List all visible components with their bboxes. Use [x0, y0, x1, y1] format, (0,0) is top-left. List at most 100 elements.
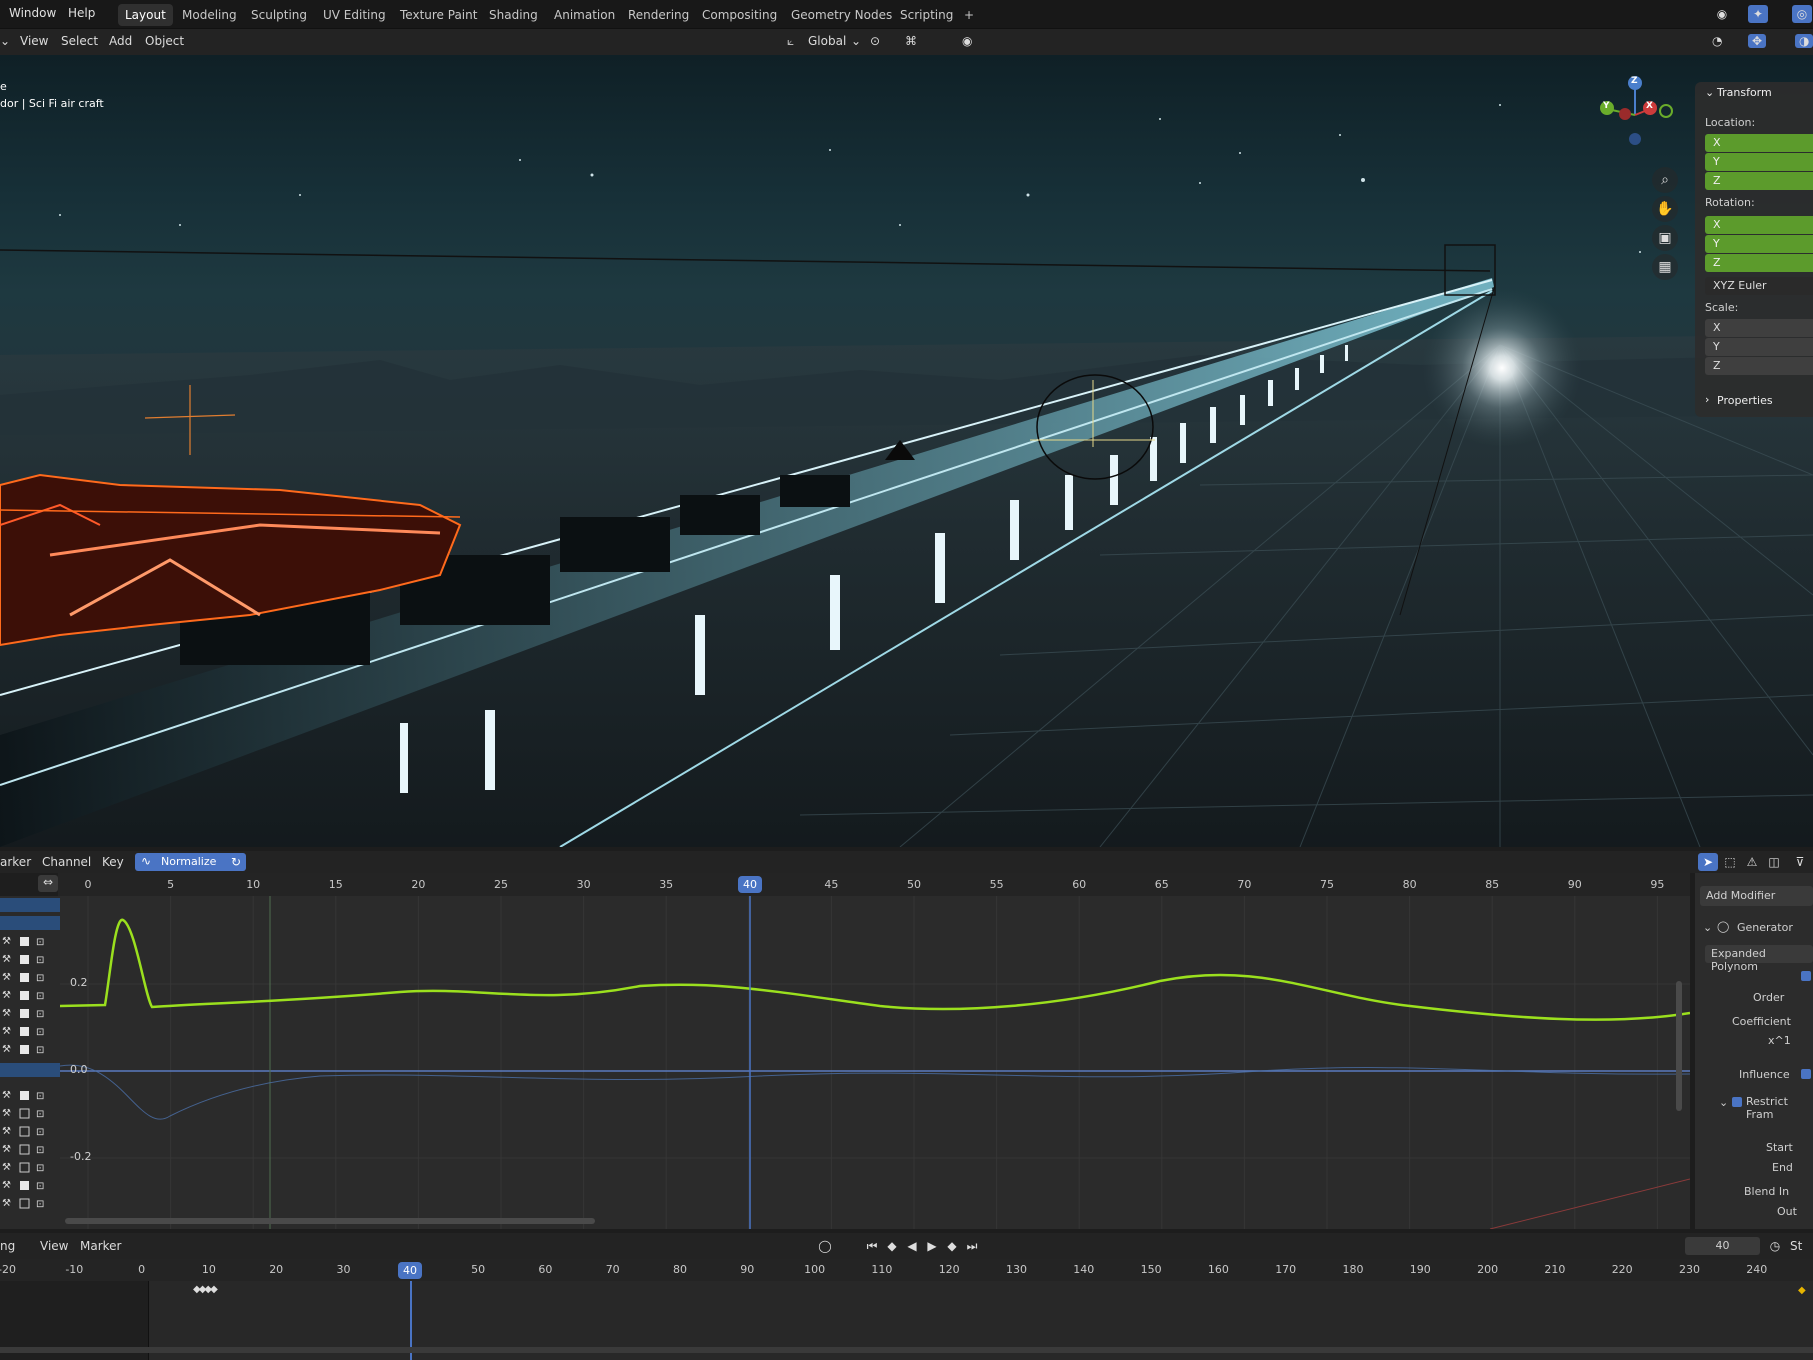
fcurve-secondary[interactable]: [60, 1064, 1690, 1120]
perspective-grid-icon[interactable]: ▦: [1652, 254, 1678, 280]
graph-current-frame[interactable]: 40: [738, 876, 762, 893]
warning-icon[interactable]: ⚠: [1742, 853, 1762, 871]
play-icon[interactable]: ▶: [922, 1237, 942, 1255]
tab-rendering[interactable]: Rendering: [621, 4, 696, 26]
scale-y-field[interactable]: Y: [1705, 338, 1813, 356]
pivot-icon[interactable]: ⊙: [870, 34, 880, 48]
tab-shading[interactable]: Shading: [482, 4, 545, 26]
timeline-current-frame[interactable]: 40: [398, 1262, 422, 1279]
rotation-mode-dropdown[interactable]: XYZ Euler: [1705, 277, 1813, 295]
next-keyframe-icon[interactable]: ◆: [942, 1237, 962, 1255]
graph-frame-ruler[interactable]: ⇔ 0 5 10 15 20 25 30 35 40 45 50 55 60 65 70 75 80 85 90 95…: [0, 873, 1690, 896]
scale-x-field[interactable]: X: [1705, 319, 1813, 337]
tab-modeling[interactable]: Modeling: [175, 4, 244, 26]
refresh-icon[interactable]: ↻: [226, 853, 246, 871]
snap-icon[interactable]: ⌘: [905, 34, 917, 48]
menu-marker[interactable]: arker: [0, 855, 31, 869]
menu-help[interactable]: Help: [68, 6, 95, 20]
rotation-x-field[interactable]: X: [1705, 216, 1813, 234]
fcurve-canvas[interactable]: [60, 896, 1690, 1229]
proportional-edit-icon[interactable]: ◉: [962, 34, 972, 48]
menu-playback[interactable]: ng: [0, 1239, 15, 1253]
timeline-ruler[interactable]: -20 -10 0 10 20 30 40 50 60 70 80 90 100 110 120 130 140…: [0, 1259, 1813, 1281]
transform-orientation-icon[interactable]: ⟀: [787, 34, 794, 49]
chevron-right-icon[interactable]: ›: [1705, 393, 1709, 406]
pan-hand-icon[interactable]: ✋: [1652, 196, 1678, 222]
rotation-z-field[interactable]: Z: [1705, 254, 1813, 272]
record-icon[interactable]: ◯: [815, 1237, 835, 1255]
channel-group[interactable]: [0, 916, 60, 930]
resize-arrows-icon[interactable]: ⇔: [38, 875, 58, 892]
gizmo-toggle-icon[interactable]: ✦: [1748, 5, 1768, 23]
menu-object[interactable]: Object: [145, 34, 184, 48]
timeline-keyframes[interactable]: ◆◆◆◆: [193, 1284, 218, 1295]
transform-title[interactable]: Transform: [1717, 86, 1772, 99]
tab-uv-editing[interactable]: UV Editing: [316, 4, 393, 26]
chevron-down-icon[interactable]: ⌄: [1703, 921, 1712, 934]
additive-checkbox[interactable]: [1801, 971, 1811, 981]
clock-icon[interactable]: ◷: [1765, 1237, 1785, 1255]
timeline-area[interactable]: ◆◆◆◆ ◆: [0, 1281, 1813, 1360]
tab-layout[interactable]: Layout: [118, 4, 173, 26]
location-x-field[interactable]: X: [1705, 134, 1813, 152]
generator-mode-dropdown[interactable]: Expanded Polynom: [1705, 945, 1813, 973]
menu-add[interactable]: Add: [109, 34, 132, 48]
tab-compositing[interactable]: Compositing: [695, 4, 784, 26]
rotation-y-field[interactable]: Y: [1705, 235, 1813, 253]
jump-end-icon[interactable]: ⏭: [962, 1237, 982, 1255]
tab-texture-paint[interactable]: Texture Paint: [393, 4, 484, 26]
tab-animation[interactable]: Animation: [547, 4, 622, 26]
generator-title[interactable]: Generator: [1737, 921, 1793, 934]
orientation-dropdown[interactable]: Global: [808, 34, 846, 48]
gizmo-icon[interactable]: ✥: [1748, 34, 1767, 48]
box-select-icon[interactable]: ⬚: [1720, 853, 1740, 871]
menu-select[interactable]: Select: [61, 34, 98, 48]
menu-marker[interactable]: Marker: [80, 1239, 121, 1253]
overlay-icon[interactable]: ◎: [1792, 5, 1812, 23]
restrict-frame-label[interactable]: Restrict Fram: [1746, 1095, 1813, 1121]
location-z-field[interactable]: Z: [1705, 172, 1813, 190]
timeline-scrollbar[interactable]: [0, 1347, 1813, 1353]
view-icon[interactable]: ◫: [1764, 853, 1784, 871]
tab-sculpting[interactable]: Sculpting: [244, 4, 314, 26]
channel-list[interactable]: ⚒ ⊡ ⚒ ⊡ ⚒ ⊡ ⚒ ⊡ ⚒ ⊡ ⚒ ⊡ ⚒ ⊡ ⚒ ⊡ ⚒ ⊡ ⚒ ⊡ ⚒ ⊡ ⚒ ⊡ ⚒ ⊡ ⚒…: [0, 896, 60, 1229]
scale-z-field[interactable]: Z: [1705, 357, 1813, 375]
add-workspace-button[interactable]: +: [957, 4, 981, 26]
influence-checkbox[interactable]: [1801, 1069, 1811, 1079]
fcurve-active[interactable]: [60, 918, 1690, 1021]
navigation-gizmo[interactable]: Z Y X: [1595, 75, 1675, 155]
3d-viewport[interactable]: e dor | Sci Fi air craft Z Y X ⌕ ✋ ▣ ▦: [0, 55, 1813, 847]
camera-view-icon[interactable]: ▣: [1652, 225, 1678, 251]
scene-icon[interactable]: ◉: [1712, 5, 1732, 23]
tab-geometry-nodes[interactable]: Geometry Nodes: [784, 4, 899, 26]
channel-group[interactable]: [0, 898, 60, 912]
channel-toggles[interactable]: ⚒ ⊡ ⚒ ⊡ ⚒ ⊡ ⚒ ⊡ ⚒ ⊡ ⚒ ⊡ ⚒ ⊡ ⚒ ⊡ ⚒ ⊡ ⚒ ⊡ ⚒ ⊡ ⚒ ⊡ ⚒ ⊡ ⚒…: [0, 934, 60, 1234]
current-frame-field[interactable]: 40: [1685, 1237, 1760, 1255]
chevron-down-icon[interactable]: ⌄: [1705, 86, 1714, 99]
chevron-down-icon[interactable]: ⌄: [0, 34, 10, 48]
prev-keyframe-icon[interactable]: ◆: [882, 1237, 902, 1255]
menu-key[interactable]: Key: [102, 855, 124, 869]
graph-vscrollbar[interactable]: [1676, 981, 1682, 1111]
menu-view[interactable]: View: [40, 1239, 68, 1253]
select-cursor-icon[interactable]: ➤: [1698, 853, 1718, 871]
menu-view[interactable]: View: [20, 34, 48, 48]
menu-window[interactable]: Window: [9, 6, 56, 20]
properties-title[interactable]: Properties: [1717, 394, 1773, 407]
overlays-icon[interactable]: ◑: [1795, 34, 1813, 48]
graph-hscrollbar[interactable]: [65, 1218, 595, 1224]
location-y-field[interactable]: Y: [1705, 153, 1813, 171]
graph-area[interactable]: 0.2 0.0 -0.2: [60, 896, 1690, 1229]
jump-start-icon[interactable]: ⏮: [862, 1237, 882, 1255]
tab-scripting[interactable]: Scripting: [893, 4, 960, 26]
play-reverse-icon[interactable]: ◀: [902, 1237, 922, 1255]
timeline-end-keyframe[interactable]: ◆: [1798, 1285, 1806, 1296]
restrict-frame-checkbox[interactable]: [1732, 1097, 1742, 1107]
zoom-icon[interactable]: ⌕: [1652, 167, 1678, 193]
menu-channel[interactable]: Channel: [42, 855, 91, 869]
chevron-down-icon[interactable]: ⌄: [851, 34, 861, 48]
add-modifier-button[interactable]: Add Modifier: [1700, 886, 1813, 906]
visibility-icon[interactable]: ◔: [1712, 34, 1722, 48]
chevron-down-icon[interactable]: ⌄: [1719, 1096, 1728, 1109]
filter-icon[interactable]: ⊽: [1790, 853, 1810, 871]
